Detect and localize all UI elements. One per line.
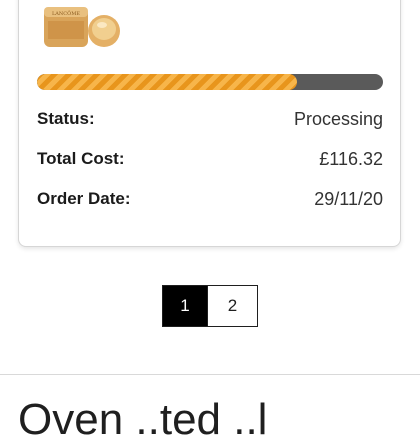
status-row: Status: Processing — [37, 109, 383, 133]
page-1-button[interactable]: 1 — [162, 285, 208, 327]
order-card: LANCÔME Status: Processing Total Cost: £… — [18, 0, 401, 247]
order-date-row: Order Date: 29/11/20 — [37, 189, 383, 213]
total-cost-row: Total Cost: £116.32 — [37, 149, 383, 173]
order-progress-bar — [37, 74, 383, 90]
page-2-button[interactable]: 2 — [208, 285, 258, 327]
next-section-heading: Oven ..ted ..l — [18, 395, 268, 444]
total-cost-value: £116.32 — [319, 149, 383, 169]
status-label: Status: — [37, 109, 95, 128]
section-divider — [0, 374, 420, 375]
order-date-value: 29/11/20 — [314, 189, 383, 209]
pagination: 1 2 — [162, 285, 258, 327]
product-image[interactable]: LANCÔME — [42, 1, 122, 51]
order-progress-fill — [37, 74, 297, 90]
total-cost-label: Total Cost: — [37, 149, 125, 168]
order-date-label: Order Date: — [37, 189, 131, 208]
status-value: Processing — [293, 109, 383, 129]
svg-text:LANCÔME: LANCÔME — [52, 9, 80, 17]
